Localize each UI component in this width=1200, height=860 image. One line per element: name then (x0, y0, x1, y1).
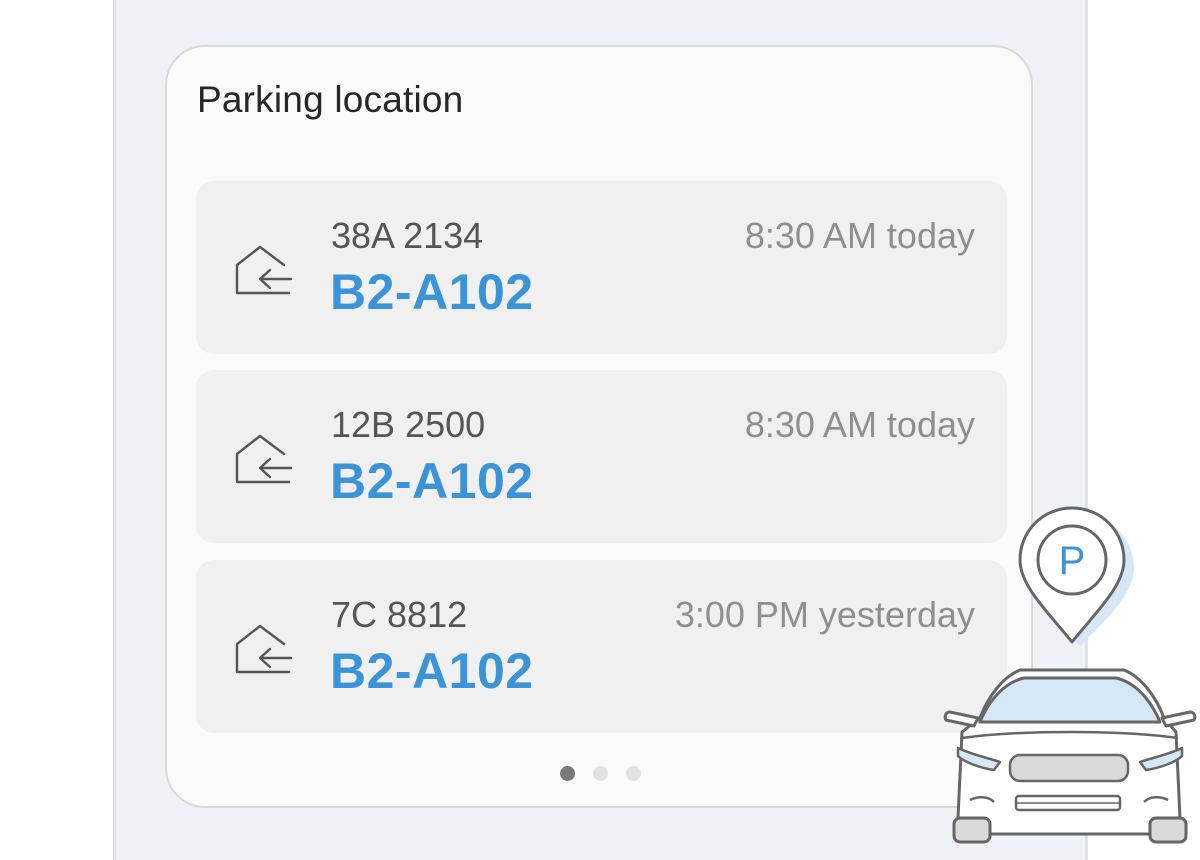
parking-entry[interactable]: 38A 2134 B2-A102 8:30 AM today (196, 181, 1007, 354)
page-dot[interactable] (593, 766, 608, 781)
exit-home-icon (235, 624, 293, 674)
location-pin-icon: P (1018, 506, 1134, 646)
parking-car-illustration: P (943, 506, 1197, 844)
page-indicator[interactable] (560, 766, 641, 781)
exit-home-icon (235, 245, 293, 295)
pin-letter: P (1059, 539, 1086, 583)
exit-home-icon (235, 434, 293, 484)
plate-number: 7C 8812 (331, 594, 468, 635)
parking-entry[interactable]: 7C 8812 B2-A102 3:00 PM yesterday (196, 560, 1007, 733)
parking-spot: B2-A102 (330, 453, 534, 509)
parked-time: 3:00 PM yesterday (674, 594, 975, 635)
page-dot[interactable] (626, 766, 641, 781)
plate-number: 12B 2500 (331, 404, 486, 445)
page-dot-active[interactable] (560, 766, 575, 781)
plate-number: 38A 2134 (331, 215, 484, 256)
parking-spot: B2-A102 (330, 264, 534, 320)
card-title: Parking location (197, 79, 464, 120)
parking-spot: B2-A102 (330, 643, 534, 699)
parked-time: 8:30 AM today (744, 404, 975, 445)
parking-entry[interactable]: 12B 2500 B2-A102 8:30 AM today (196, 370, 1007, 543)
parked-time: 8:30 AM today (744, 215, 975, 256)
parking-location-card: Parking location 38A 2134 B2-A102 8:30 A… (165, 45, 1033, 808)
car-icon (943, 668, 1197, 844)
